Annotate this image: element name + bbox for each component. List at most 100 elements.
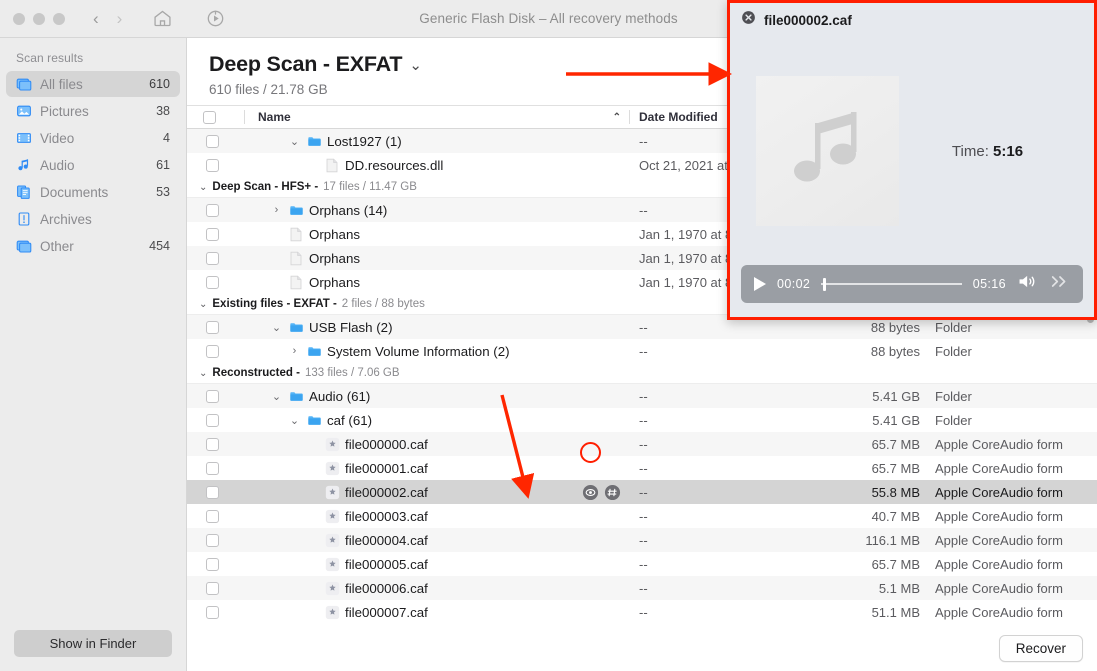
row-checkbox[interactable] bbox=[206, 389, 219, 403]
row-checkbox[interactable] bbox=[206, 203, 219, 217]
row-checkbox-cell[interactable] bbox=[187, 461, 244, 475]
progress-handle[interactable] bbox=[822, 277, 826, 291]
select-all-checkbox[interactable] bbox=[203, 110, 216, 124]
chevron-down-icon[interactable]: ⌄ bbox=[409, 56, 422, 74]
chevron-right-icon[interactable]: › bbox=[288, 345, 301, 357]
sidebar: Scan results All files 610 Pictures 38 Video… bbox=[0, 38, 187, 671]
row-checkbox[interactable] bbox=[206, 413, 219, 427]
row-checkbox-cell[interactable] bbox=[187, 413, 244, 427]
table-row[interactable]: ⌄ Audio (61) -- 5.41 GB Folder bbox=[187, 384, 1097, 408]
row-checkbox[interactable] bbox=[206, 581, 219, 595]
row-checkbox[interactable] bbox=[206, 509, 219, 523]
sort-ascending-icon[interactable]: ⌃ bbox=[613, 112, 621, 123]
row-date-modified: -- bbox=[639, 460, 648, 476]
row-checkbox-cell[interactable] bbox=[187, 344, 244, 358]
table-row[interactable]: ⌄ caf (61) -- 5.41 GB Folder bbox=[187, 408, 1097, 432]
row-checkbox[interactable] bbox=[206, 533, 219, 547]
chevron-down-icon[interactable]: ⌄ bbox=[288, 414, 301, 427]
sidebar-item-all-files[interactable]: All files 610 bbox=[6, 71, 180, 97]
playback-progress-slider[interactable] bbox=[821, 277, 962, 291]
row-checkbox-cell[interactable] bbox=[187, 203, 244, 217]
chevron-down-icon[interactable]: ⌄ bbox=[199, 182, 207, 193]
row-file-name: file000003.caf bbox=[345, 508, 428, 524]
row-checkbox-cell[interactable] bbox=[187, 485, 244, 499]
chevron-down-icon[interactable]: ⌄ bbox=[270, 390, 283, 403]
row-name-cell: ›Orphans bbox=[244, 251, 629, 266]
sidebar-item-video[interactable]: Video 4 bbox=[6, 125, 180, 151]
row-action-buttons[interactable] bbox=[582, 484, 629, 501]
row-checkbox-cell[interactable] bbox=[187, 557, 244, 571]
row-checkbox[interactable] bbox=[206, 461, 219, 475]
row-date-modified: -- bbox=[639, 508, 648, 524]
audio-preview-window[interactable]: file000002.caf Time: 5:16 00:02 05:16 bbox=[727, 0, 1097, 320]
table-row[interactable]: ›file000006.caf -- 5.1 MB Apple CoreAudio f… bbox=[187, 576, 1097, 600]
row-checkbox[interactable] bbox=[206, 158, 219, 172]
close-window-button[interactable] bbox=[13, 12, 25, 25]
table-row[interactable]: ›file000003.caf -- 40.7 MB Apple CoreAudio … bbox=[187, 504, 1097, 528]
rescan-icon[interactable] bbox=[205, 8, 226, 29]
chevron-right-icon[interactable]: › bbox=[270, 204, 283, 216]
row-checkbox-cell[interactable] bbox=[187, 251, 244, 265]
chevron-down-icon[interactable]: ⌄ bbox=[199, 299, 207, 310]
row-date-modified: -- bbox=[639, 556, 648, 572]
row-checkbox[interactable] bbox=[206, 251, 219, 265]
sidebar-item-documents[interactable]: Documents 53 bbox=[6, 179, 180, 205]
table-row[interactable]: › System Volume Information (2) -- 88 bytes… bbox=[187, 339, 1097, 363]
row-checkbox-cell[interactable] bbox=[187, 533, 244, 547]
table-row[interactable]: ›file000000.caf -- 65.7 MB Apple CoreAudio … bbox=[187, 432, 1097, 456]
table-group-header[interactable]: ⌄ Reconstructed - 133 files / 7.06 GB bbox=[187, 363, 1097, 384]
table-row[interactable]: ›file000005.caf -- 65.7 MB Apple CoreAudio … bbox=[187, 552, 1097, 576]
close-icon[interactable] bbox=[741, 10, 756, 30]
row-checkbox-cell[interactable] bbox=[187, 437, 244, 451]
group-meta: 2 files / 88 bytes bbox=[341, 298, 425, 310]
play-icon[interactable] bbox=[754, 277, 766, 291]
quick-look-icon[interactable] bbox=[582, 484, 599, 501]
row-checkbox[interactable] bbox=[206, 320, 219, 334]
maximize-window-button[interactable] bbox=[53, 12, 65, 25]
row-checkbox-cell[interactable] bbox=[187, 320, 244, 334]
fast-forward-icon[interactable] bbox=[1050, 274, 1070, 294]
caf-icon bbox=[324, 485, 340, 500]
minimize-window-button[interactable] bbox=[33, 12, 45, 25]
row-size: 65.7 MB bbox=[871, 436, 920, 452]
window-controls[interactable] bbox=[0, 12, 65, 25]
chevron-down-icon[interactable]: ⌄ bbox=[199, 368, 207, 379]
row-checkbox-cell[interactable] bbox=[187, 605, 244, 619]
hash-icon[interactable] bbox=[604, 484, 621, 501]
table-row[interactable]: ›file000004.caf -- 116.1 MB Apple CoreAudio… bbox=[187, 528, 1097, 552]
back-chevron-icon[interactable]: ‹ bbox=[93, 10, 99, 27]
home-icon[interactable] bbox=[152, 8, 173, 29]
column-header-name[interactable]: Name ⌃ bbox=[244, 106, 629, 128]
sidebar-item-other[interactable]: Other 454 bbox=[6, 233, 180, 259]
row-checkbox-cell[interactable] bbox=[187, 275, 244, 289]
sidebar-item-archives[interactable]: Archives bbox=[6, 206, 180, 232]
row-checkbox[interactable] bbox=[206, 437, 219, 451]
volume-icon[interactable] bbox=[1017, 273, 1039, 295]
chevron-down-icon[interactable]: ⌄ bbox=[288, 135, 301, 148]
row-checkbox[interactable] bbox=[206, 227, 219, 241]
table-row[interactable]: ›file000002.caf -- 55.8 MB Apple CoreAudio… bbox=[187, 480, 1097, 504]
chevron-down-icon[interactable]: ⌄ bbox=[270, 321, 283, 334]
row-checkbox-cell[interactable] bbox=[187, 509, 244, 523]
row-checkbox-cell[interactable] bbox=[187, 227, 244, 241]
select-all-checkbox-cell[interactable] bbox=[187, 106, 244, 128]
audio-player-controls[interactable]: 00:02 05:16 bbox=[741, 265, 1083, 303]
row-checkbox-cell[interactable] bbox=[187, 581, 244, 595]
forward-chevron-icon[interactable]: › bbox=[117, 10, 123, 27]
row-checkbox-cell[interactable] bbox=[187, 134, 244, 148]
row-checkbox[interactable] bbox=[206, 275, 219, 289]
row-checkbox[interactable] bbox=[206, 605, 219, 619]
nav-buttons[interactable]: ‹ › bbox=[93, 10, 122, 27]
row-checkbox-cell[interactable] bbox=[187, 158, 244, 172]
row-checkbox-cell[interactable] bbox=[187, 389, 244, 403]
table-row[interactable]: ›file000001.caf -- 65.7 MB Apple CoreAudio … bbox=[187, 456, 1097, 480]
show-in-finder-button[interactable]: Show in Finder bbox=[14, 630, 172, 657]
row-checkbox[interactable] bbox=[206, 485, 219, 499]
recover-button[interactable]: Recover bbox=[998, 635, 1083, 662]
sidebar-item-audio[interactable]: Audio 61 bbox=[6, 152, 180, 178]
row-checkbox[interactable] bbox=[206, 344, 219, 358]
row-checkbox[interactable] bbox=[206, 134, 219, 148]
row-checkbox[interactable] bbox=[206, 557, 219, 571]
sidebar-item-pictures[interactable]: Pictures 38 bbox=[6, 98, 180, 124]
table-row[interactable]: ›file000007.caf -- 51.1 MB Apple CoreAudio … bbox=[187, 600, 1097, 624]
